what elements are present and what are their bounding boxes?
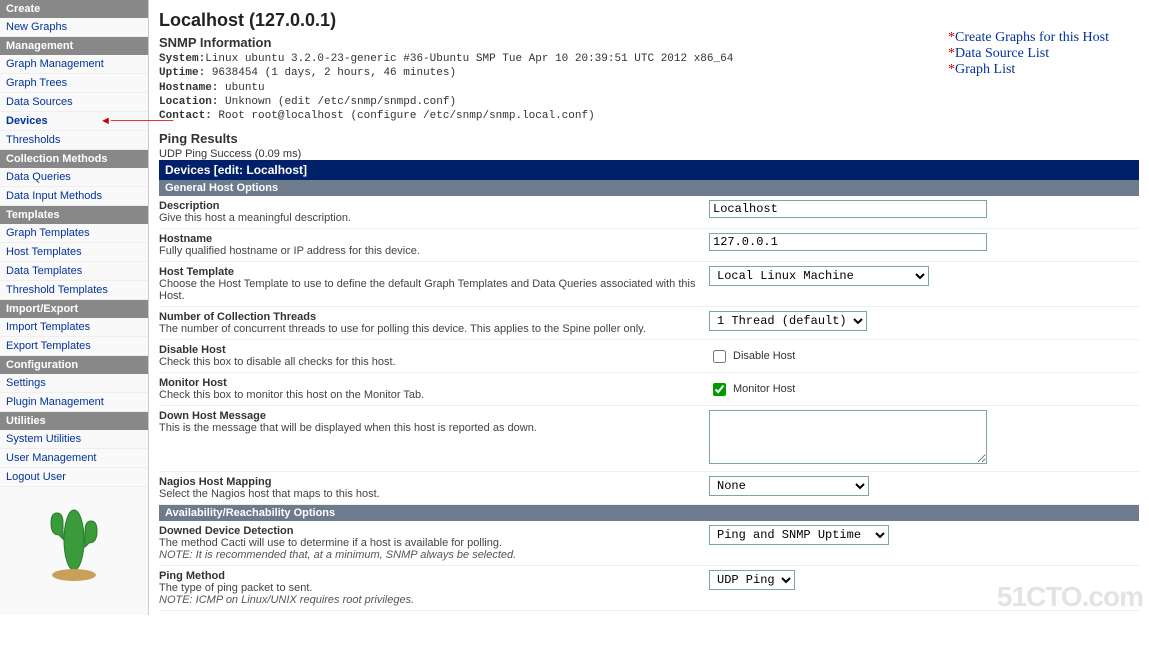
ping-results-text: UDP Ping Success (0.09 ms): [159, 148, 1139, 160]
availability-options-bar: Availability/Reachability Options: [159, 505, 1139, 521]
page-title: Localhost (127.0.0.1): [159, 10, 1139, 31]
link-graph-list[interactable]: Graph List: [948, 62, 1109, 78]
sidebar-item-thresholds[interactable]: Thresholds: [0, 131, 148, 150]
sidebar-item-graph-management[interactable]: Graph Management: [0, 55, 148, 74]
ping-results-title: Ping Results: [159, 131, 1139, 146]
main-content: Localhost (127.0.0.1) SNMP Information S…: [149, 0, 1149, 615]
ping-method-select[interactable]: UDP Ping: [709, 570, 795, 590]
sidebar-item-settings[interactable]: Settings: [0, 374, 148, 393]
cactus-logo: [0, 487, 148, 596]
sidebar-item-host-templates[interactable]: Host Templates: [0, 243, 148, 262]
sidebar-item-logout-user[interactable]: Logout User: [0, 468, 148, 487]
disable-host-checkbox[interactable]: [713, 350, 726, 363]
devices-bar: Devices [edit: Localhost]: [159, 160, 1139, 180]
sidebar: CreateNew GraphsManagementGraph Manageme…: [0, 0, 149, 615]
nagios-mapping-select[interactable]: None: [709, 476, 869, 496]
sidebar-head: Import/Export: [0, 300, 148, 318]
sidebar-head: Create: [0, 0, 148, 18]
sidebar-item-threshold-templates[interactable]: Threshold Templates: [0, 281, 148, 300]
monitor-host-checkbox[interactable]: [713, 383, 726, 396]
sidebar-item-import-templates[interactable]: Import Templates: [0, 318, 148, 337]
downed-detection-select[interactable]: Ping and SNMP Uptime: [709, 525, 889, 545]
sidebar-item-data-sources[interactable]: Data Sources: [0, 93, 148, 112]
sidebar-item-graph-templates[interactable]: Graph Templates: [0, 224, 148, 243]
sidebar-item-export-templates[interactable]: Export Templates: [0, 337, 148, 356]
hostname-input[interactable]: [709, 233, 987, 251]
sidebar-item-data-queries[interactable]: Data Queries: [0, 168, 148, 187]
sidebar-item-system-utilities[interactable]: System Utilities: [0, 430, 148, 449]
sidebar-head: Collection Methods: [0, 150, 148, 168]
description-input[interactable]: [709, 200, 987, 218]
sidebar-item-data-input-methods[interactable]: Data Input Methods: [0, 187, 148, 206]
sidebar-head: Utilities: [0, 412, 148, 430]
sidebar-head: Configuration: [0, 356, 148, 374]
watermark: 51CTO.com: [997, 581, 1143, 613]
sidebar-item-user-management[interactable]: User Management: [0, 449, 148, 468]
host-template-select[interactable]: Local Linux Machine: [709, 266, 929, 286]
sidebar-item-graph-trees[interactable]: Graph Trees: [0, 74, 148, 93]
sidebar-item-data-templates[interactable]: Data Templates: [0, 262, 148, 281]
link-data-source-list[interactable]: Data Source List: [948, 46, 1109, 62]
down-host-message-textarea[interactable]: [709, 410, 987, 464]
threads-select[interactable]: 1 Thread (default): [709, 311, 867, 331]
sidebar-head: Management: [0, 37, 148, 55]
sidebar-item-new-graphs[interactable]: New Graphs: [0, 18, 148, 37]
general-host-options-bar: General Host Options: [159, 180, 1139, 196]
sidebar-head: Templates: [0, 206, 148, 224]
sidebar-item-plugin-management[interactable]: Plugin Management: [0, 393, 148, 412]
link-create-graphs[interactable]: Create Graphs for this Host: [948, 30, 1109, 46]
host-links: Create Graphs for this Host Data Source …: [948, 30, 1109, 78]
sidebar-item-devices[interactable]: Devices◄────────: [0, 112, 148, 131]
